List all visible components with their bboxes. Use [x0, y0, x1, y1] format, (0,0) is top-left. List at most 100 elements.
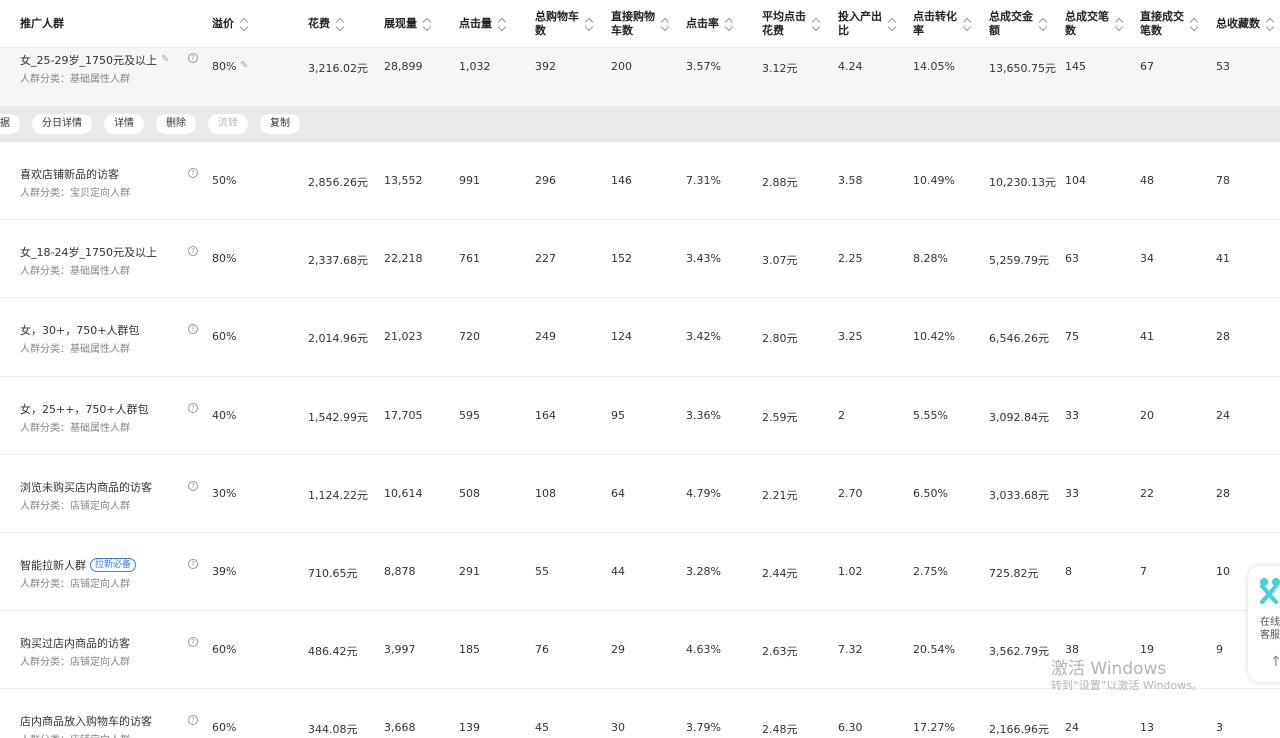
cell-cart_total: 392: [535, 60, 556, 73]
column-header-cart_total[interactable]: 总购物车 数: [535, 0, 593, 48]
sort-icon[interactable]: [1115, 19, 1123, 29]
cell-cart_direct: 200: [611, 60, 632, 73]
cell-favorites: 24: [1216, 409, 1230, 422]
audience-category: 人群分类：基础属性人群: [20, 74, 130, 85]
cell-premium[interactable]: 80%: [212, 60, 236, 73]
cell-cvr: 6.50%: [913, 487, 948, 500]
action-button-0[interactable]: 据: [0, 114, 20, 134]
sort-icon[interactable]: [725, 19, 733, 29]
action-button-2[interactable]: 详情: [104, 114, 144, 134]
cell-clicks: 185: [459, 643, 480, 656]
back-to-top-icon[interactable]: ↑: [1270, 654, 1280, 670]
sort-icon[interactable]: [812, 19, 820, 29]
cell-orders_total: 8: [1065, 565, 1072, 578]
cell-premium[interactable]: 80%: [212, 252, 236, 265]
cell-favorites: 10: [1216, 565, 1230, 578]
customer-service-panel[interactable]: 在线 客服 ↑: [1248, 566, 1280, 682]
customer-service-label: 在线 客服: [1260, 617, 1280, 641]
cell-ctr: 4.63%: [686, 643, 721, 656]
help-icon[interactable]: ?: [188, 324, 198, 334]
edit-premium-icon[interactable]: ✎: [240, 61, 250, 71]
column-header-orders_total[interactable]: 总成交笔 数: [1065, 0, 1123, 48]
column-header-ctr[interactable]: 点击率: [686, 0, 733, 48]
sort-icon[interactable]: [498, 19, 506, 29]
sort-icon[interactable]: [661, 19, 669, 29]
service-avatar-icon: [1260, 578, 1280, 604]
column-header-cpc[interactable]: 平均点击 花费: [762, 0, 820, 48]
table-row[interactable]: 女_18-24岁_1750元及以上 人群分类：基础属性人群? 80% 2,337.68…: [0, 220, 1280, 298]
sort-icon[interactable]: [963, 19, 971, 29]
help-icon[interactable]: ?: [188, 53, 198, 63]
audience-name: 女_18-24岁_1750元及以上: [20, 246, 157, 259]
cell-cost: 1,542.99元: [308, 411, 368, 424]
table-row[interactable]: 店内商品放入购物车的访客人群分类：店铺定向人群? 60% 344.08元 3,668 1…: [0, 689, 1280, 738]
audience-name: 女_25-29岁_1750元及以上: [20, 54, 157, 67]
cell-clicks: 595: [459, 409, 480, 422]
sort-icon[interactable]: [336, 19, 344, 29]
table-row[interactable]: 女，25++，750+人群包 人群分类：基础属性人群? 40% 1,542.99元 17…: [0, 377, 1280, 455]
cell-cpc: 2.21元: [762, 489, 798, 502]
column-header-label: 总成交笔 数: [1065, 10, 1109, 37]
action-button-3[interactable]: 删除: [156, 114, 196, 134]
sort-icon[interactable]: [1039, 19, 1047, 29]
cell-clicks: 1,032: [459, 60, 491, 73]
column-header-premium[interactable]: 溢价: [212, 0, 248, 48]
table-row[interactable]: 女，30+，750+人群包 人群分类：基础属性人群? 60% 2,014.96元 21,…: [0, 298, 1280, 377]
column-header-cart_direct[interactable]: 直接购物 车数: [611, 0, 669, 48]
audience-cell: 喜欢店铺新品的访客 人群分类：宝贝定向人群: [20, 166, 190, 199]
cell-premium[interactable]: 60%: [212, 330, 236, 343]
cell-premium[interactable]: 60%: [212, 721, 236, 734]
sort-icon[interactable]: [1190, 19, 1198, 29]
column-header-label: 直接成交 笔数: [1140, 10, 1184, 37]
sort-icon[interactable]: [888, 19, 896, 29]
help-icon[interactable]: ?: [188, 246, 198, 256]
cell-cart_total: 249: [535, 330, 556, 343]
cell-cpc: 2.63元: [762, 645, 798, 658]
action-button-1[interactable]: 分日详情: [32, 114, 92, 134]
column-header-clicks[interactable]: 点击量: [459, 0, 506, 48]
column-header-cvr[interactable]: 点击转化 率: [913, 0, 971, 48]
column-header-impressions[interactable]: 展现量: [384, 0, 431, 48]
table-row[interactable]: 喜欢店铺新品的访客 人群分类：宝贝定向人群? 50% 2,856.26元 13,552 9…: [0, 142, 1280, 220]
cell-ctr: 4.79%: [686, 487, 721, 500]
column-header-roi[interactable]: 投入产出 比: [838, 0, 896, 48]
cell-orders_direct: 34: [1140, 252, 1154, 265]
cell-gmv: 6,546.26元: [989, 332, 1049, 345]
cell-premium[interactable]: 30%: [212, 487, 236, 500]
help-icon[interactable]: ?: [188, 168, 198, 178]
cell-premium[interactable]: 60%: [212, 643, 236, 656]
cell-cpc: 2.44元: [762, 567, 798, 580]
column-header-cost[interactable]: 花费: [308, 0, 344, 48]
table-row[interactable]: 智能拉新人群 拉新必备 人群分类：店铺定向人群? 39% 710.65元 8,878 291…: [0, 533, 1280, 611]
help-icon[interactable]: ?: [188, 481, 198, 491]
sort-icon[interactable]: [1266, 19, 1274, 29]
cell-cvr: 5.55%: [913, 409, 948, 422]
sort-icon[interactable]: [240, 19, 248, 29]
column-header-gmv[interactable]: 总成交金 额: [989, 0, 1047, 48]
action-button-5[interactable]: 复制: [260, 114, 300, 134]
edit-icon[interactable]: ✎: [161, 55, 171, 65]
column-header-label: 总收藏数: [1216, 17, 1260, 30]
cell-cpc: 2.48元: [762, 723, 798, 736]
cell-premium[interactable]: 50%: [212, 174, 236, 187]
cell-roi: 2.25: [838, 252, 863, 265]
help-icon[interactable]: ?: [188, 559, 198, 569]
table-row[interactable]: 浏览未购买店内商品的访客 人群分类：店铺定向人群? 30% 1,124.22元 10,6…: [0, 455, 1280, 533]
audience-category: 人群分类：基础属性人群: [20, 344, 130, 355]
help-icon[interactable]: ?: [188, 715, 198, 725]
sort-icon[interactable]: [585, 19, 593, 29]
cell-impressions: 8,878: [384, 565, 416, 578]
cell-ctr: 3.57%: [686, 60, 721, 73]
column-header-favorites[interactable]: 总收藏数: [1216, 0, 1274, 48]
audience-name: 店内商品放入购物车的访客: [20, 715, 152, 728]
help-icon[interactable]: ?: [188, 637, 198, 647]
help-icon[interactable]: ?: [188, 403, 198, 413]
column-header-orders_direct[interactable]: 直接成交 笔数: [1140, 0, 1198, 48]
column-header-label: 点击量: [459, 17, 492, 30]
table-row[interactable]: 女_25-29岁_1750元及以上 ✎ 人群分类：基础属性人群? 80% ✎ 3,216.…: [0, 48, 1280, 106]
sort-icon[interactable]: [423, 19, 431, 29]
audience-category: 人群分类：基础属性人群: [20, 423, 130, 434]
cell-premium[interactable]: 39%: [212, 565, 236, 578]
cell-gmv: 13,650.75元: [989, 62, 1056, 75]
cell-premium[interactable]: 40%: [212, 409, 236, 422]
